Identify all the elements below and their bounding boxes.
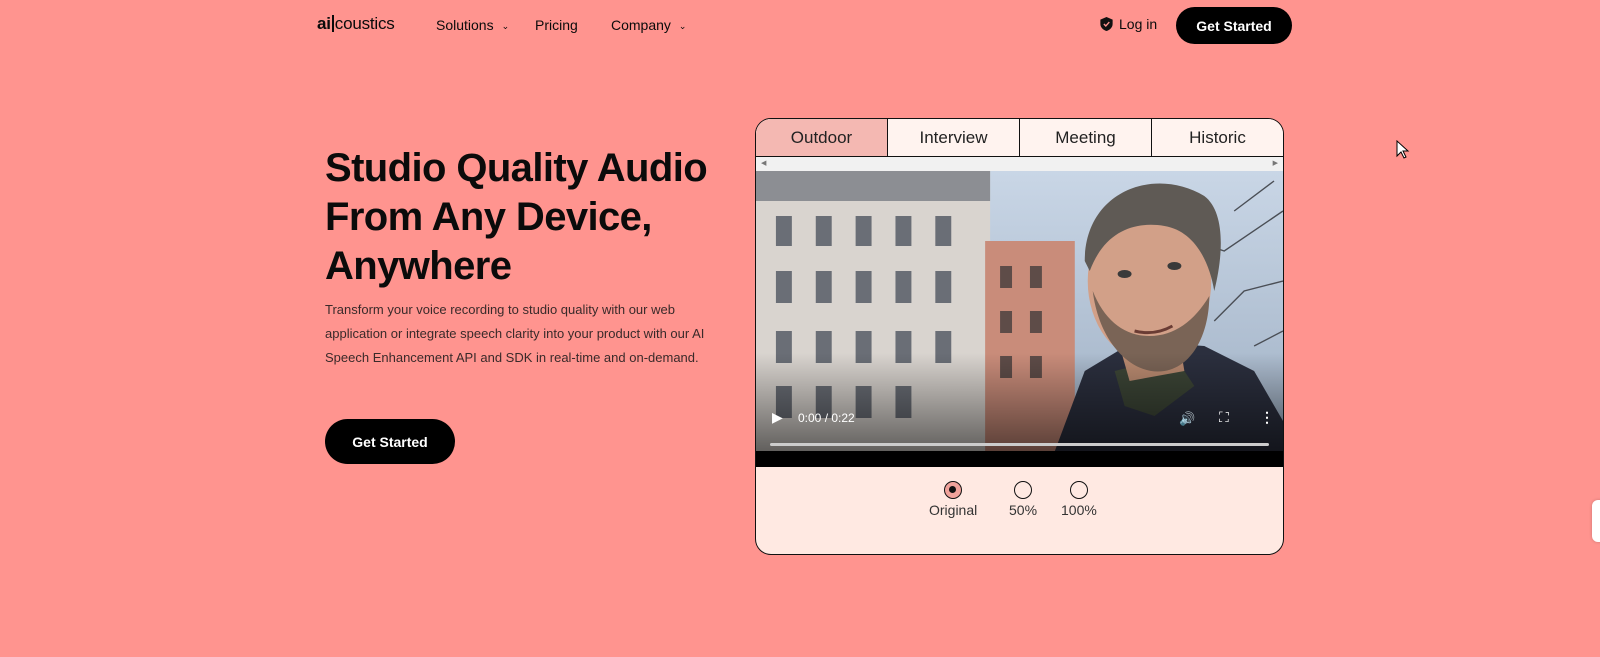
logo-divider: [331, 15, 334, 32]
nav-solutions[interactable]: Solutions ⌄: [436, 17, 509, 33]
scroll-right-icon[interactable]: ▶: [1273, 159, 1278, 167]
play-icon[interactable]: ▶: [772, 409, 783, 426]
fullscreen-icon[interactable]: ⛶: [1219, 409, 1229, 426]
video-frame: [756, 171, 1283, 451]
nav-pricing-label: Pricing: [535, 17, 578, 33]
nav-pricing[interactable]: Pricing: [535, 17, 578, 33]
option-100-label: 100%: [1061, 502, 1097, 518]
mouse-cursor-icon: [1396, 140, 1410, 159]
scroll-left-icon[interactable]: ◀: [761, 159, 766, 167]
demo-tabs: Outdoor Interview Meeting Historic: [756, 119, 1283, 157]
option-50-label: 50%: [1009, 502, 1038, 518]
get-started-header-button[interactable]: Get Started: [1176, 7, 1292, 44]
horizontal-scrollbar[interactable]: ◀ ▶: [756, 157, 1283, 171]
radio-original[interactable]: [944, 481, 963, 499]
option-50[interactable]: 50%: [1009, 481, 1037, 518]
option-100[interactable]: 100%: [1061, 481, 1097, 518]
tab-historic[interactable]: Historic: [1152, 119, 1283, 157]
volume-icon[interactable]: 🔊: [1179, 411, 1195, 427]
video-progress-bar[interactable]: [770, 443, 1269, 446]
hero-title: Studio Quality Audio From Any Device, An…: [325, 146, 708, 288]
audio-demo-card: Outdoor Interview Meeting Historic ◀ ▶ ▶…: [755, 118, 1284, 555]
option-original[interactable]: Original: [929, 481, 977, 518]
login-label: Log in: [1119, 16, 1158, 32]
hero-description: Transform your voice recording to studio…: [325, 302, 705, 365]
shield-icon: [1100, 17, 1113, 31]
side-feedback-tab[interactable]: [1592, 500, 1600, 542]
video-time-display: 0:00 / 0:22: [798, 411, 855, 425]
tab-interview[interactable]: Interview: [888, 119, 1020, 157]
tab-outdoor[interactable]: Outdoor: [756, 119, 888, 157]
option-original-label: Original: [929, 502, 978, 518]
radio-50[interactable]: [1014, 481, 1033, 499]
more-options-icon[interactable]: ⋮: [1260, 409, 1274, 426]
logo-bold-text: ai: [317, 14, 331, 33]
logo-text: coustics: [334, 14, 395, 33]
nav-solutions-label: Solutions: [436, 17, 494, 33]
login-link[interactable]: Log in: [1100, 16, 1157, 32]
nav-company[interactable]: Company ⌄: [611, 17, 686, 33]
radio-100[interactable]: [1069, 481, 1088, 499]
get-started-hero-button[interactable]: Get Started: [325, 419, 455, 464]
brand-logo[interactable]: ai coustics: [317, 14, 395, 34]
chevron-down-icon: ⌄: [501, 20, 510, 31]
site-header: ai coustics Solutions ⌄ Pricing Company ⌄…: [0, 0, 1600, 50]
chevron-down-icon: ⌄: [678, 20, 687, 31]
video-player[interactable]: ▶ 0:00 / 0:22 🔊 ⛶ ⋮: [756, 171, 1283, 467]
nav-company-label: Company: [611, 17, 671, 33]
tab-meeting[interactable]: Meeting: [1020, 119, 1152, 157]
